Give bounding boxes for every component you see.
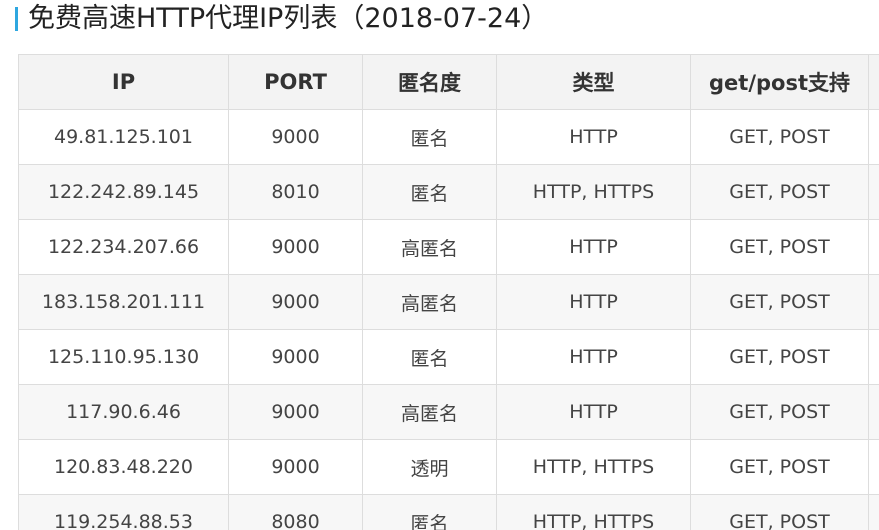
cell-anonymity: 匿名: [362, 109, 497, 165]
table-row: 122.242.89.145 8010 匿名 HTTP, HTTPS GET, …: [18, 164, 879, 220]
cell-anonymity: 透明: [362, 439, 497, 495]
cell-port: 8010: [228, 164, 363, 220]
cell-extra: [868, 494, 879, 530]
cell-type: HTTP, HTTPS: [496, 439, 691, 495]
page: 免费高速HTTP代理IP列表（2018-07-24） IP PORT 匿名度 类…: [0, 0, 879, 530]
table-row: 125.110.95.130 9000 匿名 HTTP GET, POST: [18, 329, 879, 385]
cell-method: GET, POST: [690, 494, 869, 530]
cell-ip: 122.242.89.145: [18, 164, 229, 220]
cell-port: 9000: [228, 439, 363, 495]
cell-ip: 120.83.48.220: [18, 439, 229, 495]
cell-extra: [868, 164, 879, 220]
column-header-port: PORT: [228, 54, 363, 110]
cell-extra: [868, 274, 879, 330]
cell-ip: 119.254.88.53: [18, 494, 229, 530]
page-header: 免费高速HTTP代理IP列表（2018-07-24）: [0, 0, 548, 38]
page-title: 免费高速HTTP代理IP列表（2018-07-24）: [28, 3, 549, 34]
cell-method: GET, POST: [690, 164, 869, 220]
cell-port: 9000: [228, 329, 363, 385]
cell-anonymity: 高匿名: [362, 384, 497, 440]
cell-type: HTTP, HTTPS: [496, 164, 691, 220]
column-header-method: get/post支持: [690, 54, 869, 110]
cell-ip: 117.90.6.46: [18, 384, 229, 440]
cell-extra: [868, 219, 879, 275]
table-row: 119.254.88.53 8080 匿名 HTTP, HTTPS GET, P…: [18, 494, 879, 530]
cell-extra: [868, 439, 879, 495]
column-header-extra: [868, 54, 879, 110]
column-header-ip: IP: [18, 54, 229, 110]
cell-port: 8080: [228, 494, 363, 530]
cell-type: HTTP, HTTPS: [496, 494, 691, 530]
cell-method: GET, POST: [690, 219, 869, 275]
cell-type: HTTP: [496, 274, 691, 330]
cell-method: GET, POST: [690, 274, 869, 330]
cell-ip: 122.234.207.66: [18, 219, 229, 275]
cell-port: 9000: [228, 109, 363, 165]
cell-anonymity: 匿名: [362, 329, 497, 385]
cell-anonymity: 匿名: [362, 164, 497, 220]
cell-anonymity: 高匿名: [362, 219, 497, 275]
proxy-table: IP PORT 匿名度 类型 get/post支持 49.81.125.101 …: [18, 54, 879, 530]
cell-method: GET, POST: [690, 384, 869, 440]
title-accent-bar: [15, 7, 18, 31]
cell-method: GET, POST: [690, 439, 869, 495]
table-row: 122.234.207.66 9000 高匿名 HTTP GET, POST: [18, 219, 879, 275]
table-row: 183.158.201.111 9000 高匿名 HTTP GET, POST: [18, 274, 879, 330]
table-row: 49.81.125.101 9000 匿名 HTTP GET, POST: [18, 109, 879, 165]
table-row: 117.90.6.46 9000 高匿名 HTTP GET, POST: [18, 384, 879, 440]
proxy-table-container: IP PORT 匿名度 类型 get/post支持 49.81.125.101 …: [18, 54, 879, 530]
cell-port: 9000: [228, 219, 363, 275]
cell-extra: [868, 109, 879, 165]
table-header-row: IP PORT 匿名度 类型 get/post支持: [18, 54, 879, 110]
cell-type: HTTP: [496, 109, 691, 165]
cell-anonymity: 高匿名: [362, 274, 497, 330]
cell-ip: 125.110.95.130: [18, 329, 229, 385]
cell-port: 9000: [228, 384, 363, 440]
column-header-type: 类型: [496, 54, 691, 110]
cell-ip: 49.81.125.101: [18, 109, 229, 165]
cell-ip: 183.158.201.111: [18, 274, 229, 330]
cell-method: GET, POST: [690, 329, 869, 385]
cell-type: HTTP: [496, 384, 691, 440]
table-row: 120.83.48.220 9000 透明 HTTP, HTTPS GET, P…: [18, 439, 879, 495]
cell-type: HTTP: [496, 219, 691, 275]
cell-extra: [868, 384, 879, 440]
cell-method: GET, POST: [690, 109, 869, 165]
cell-port: 9000: [228, 274, 363, 330]
cell-type: HTTP: [496, 329, 691, 385]
cell-extra: [868, 329, 879, 385]
cell-anonymity: 匿名: [362, 494, 497, 530]
column-header-anonymity: 匿名度: [362, 54, 497, 110]
